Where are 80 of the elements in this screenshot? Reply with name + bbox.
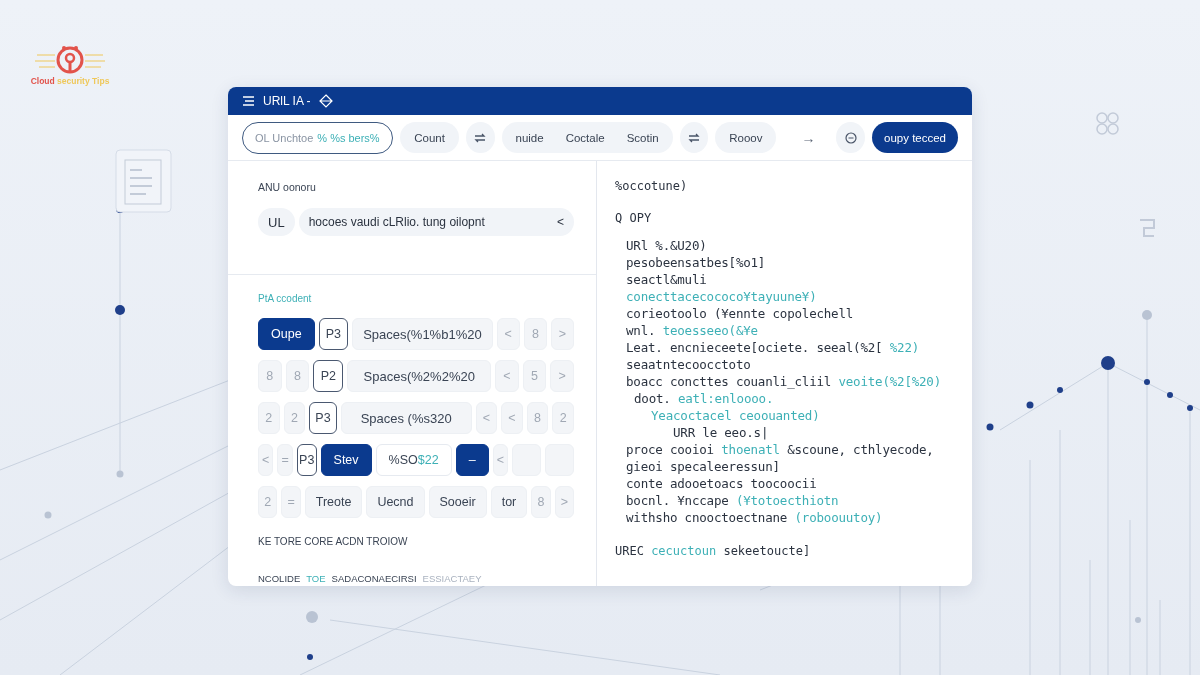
panel-subheading: Q OPY (615, 211, 653, 225)
key-cell[interactable]: %SO$22 (375, 444, 452, 476)
code-line: conte adooetoacs toocoocii (626, 475, 818, 492)
url-field[interactable]: hocoes vaudi cLRlio. tung oilopnt < (298, 208, 574, 236)
key-cell[interactable]: 2 (258, 402, 280, 434)
key-cell[interactable]: 8 (523, 318, 547, 350)
key-cell[interactable]: < (496, 318, 520, 350)
key-cell[interactable]: Treote (304, 486, 363, 518)
panel-heading: %occotune) (615, 179, 689, 193)
section-label: ANU oonoru (258, 181, 317, 193)
code-line: withsho cnooctoectnane (roboouutoy) (626, 509, 884, 526)
key-cell[interactable]: 2 (258, 486, 278, 518)
primary-key[interactable]: Oupe (258, 318, 315, 350)
key-cell[interactable]: Uecnd (366, 486, 425, 518)
menu-icon[interactable] (242, 95, 255, 107)
code-line: corieotoolo (¥ennte copolechell (626, 305, 855, 322)
primary-button[interactable]: oupy tecced (872, 122, 958, 153)
code-line: proce cooioi thoenatl &scoune, cthlyecode, (626, 441, 935, 458)
code-line: wnl. teoesseeo(&¥e (626, 322, 759, 339)
key-cell[interactable]: Sooeir (428, 486, 487, 518)
code-line: URR le eeo.s| (672, 424, 770, 441)
segment-option[interactable]: Coctale (565, 131, 605, 144)
code-line: pesobeensatbes[%o1] (626, 254, 767, 271)
key-cell[interactable]: 5 (522, 360, 547, 392)
key-cell[interactable]: < (258, 444, 274, 476)
logo-text: Cloud security Tips (30, 76, 110, 86)
key-cell[interactable]: = (277, 444, 293, 476)
footer-text: NCOLIDE TOE SADACONAECIRSI ESSIACTAEY (258, 573, 483, 584)
key-cell[interactable]: < (495, 360, 519, 392)
primary-key[interactable]: Stev (320, 444, 372, 476)
arrow-icon[interactable]: → (801, 129, 816, 146)
key-cell[interactable]: = (281, 486, 301, 518)
code-key[interactable]: P3 (296, 444, 317, 476)
diamond-icon (318, 94, 333, 108)
key-cell[interactable]: < (492, 444, 509, 476)
code-line: Leat. encnieceete[ociete. seeal(%2[ %22) (626, 339, 921, 356)
key-cell[interactable]: < (501, 402, 523, 434)
code-line: doot. eatl:enloooo. (633, 390, 775, 407)
code-key[interactable]: P3 (318, 318, 349, 350)
code-key[interactable]: P2 (313, 360, 344, 392)
logo-icon (33, 45, 107, 75)
code-key[interactable]: P3 (309, 402, 337, 434)
code-line: Yeacoctacel ceoouanted) (650, 407, 821, 424)
code-line: gieoi specaleeressun] (626, 458, 781, 475)
circles-icon (1096, 112, 1119, 135)
swap-icon[interactable] (679, 122, 709, 153)
key-cell: Spaces(%2%2%20 (347, 360, 492, 392)
caption-text: KE TORE CORE ACDN TROIOW (258, 536, 409, 547)
code-line: seactl&muli (626, 271, 708, 288)
key-cell[interactable]: > (554, 486, 574, 518)
segment-option[interactable]: Scotin (626, 131, 659, 144)
filter-chip[interactable]: Count (400, 122, 459, 153)
key-cell[interactable]: < (475, 402, 498, 434)
filter-chip[interactable]: Rooov (715, 122, 777, 153)
key-cell[interactable]: > (550, 360, 574, 392)
key-cell[interactable]: 8 (526, 402, 549, 434)
code-line: boacc concttes couanli_cliil veoite(%2[%20) (626, 373, 942, 390)
key-cell[interactable]: > (550, 318, 574, 350)
swap-icon[interactable] (465, 122, 495, 153)
key-cell[interactable]: 2 (283, 402, 306, 434)
code-line: URl %.&U20) (626, 237, 708, 254)
code-footer: UREC cecuctoun sekeetoucte] (615, 544, 952, 558)
prefix-chip[interactable]: UL (258, 208, 295, 236)
key-cell[interactable]: 8 (531, 486, 551, 518)
key-cell[interactable]: 8 (285, 360, 310, 392)
key-cell[interactable]: tor (490, 486, 528, 518)
window-title: URlL IA - (263, 94, 311, 108)
section-label: PtA ccodent (258, 293, 313, 304)
key-cell[interactable]: 8 (258, 360, 282, 392)
code-line: conecttacecococo¥tayuune¥) (626, 288, 818, 305)
primary-key[interactable]: – (455, 444, 489, 476)
key-cell: Spaces(%1%b1%20 (352, 318, 493, 350)
document-icon (115, 149, 172, 213)
minus-circle-icon[interactable] (836, 122, 865, 153)
bracket-icon (1139, 219, 1155, 237)
key-cell[interactable]: 2 (552, 402, 574, 434)
segment-option[interactable]: nuide (515, 131, 544, 144)
key-cell: Spaces (%s320 (340, 402, 472, 434)
code-line: seaatntecoocctoto (626, 356, 752, 373)
code-line: bocnl. ¥nccape (¥totoecthiotn (626, 492, 840, 509)
